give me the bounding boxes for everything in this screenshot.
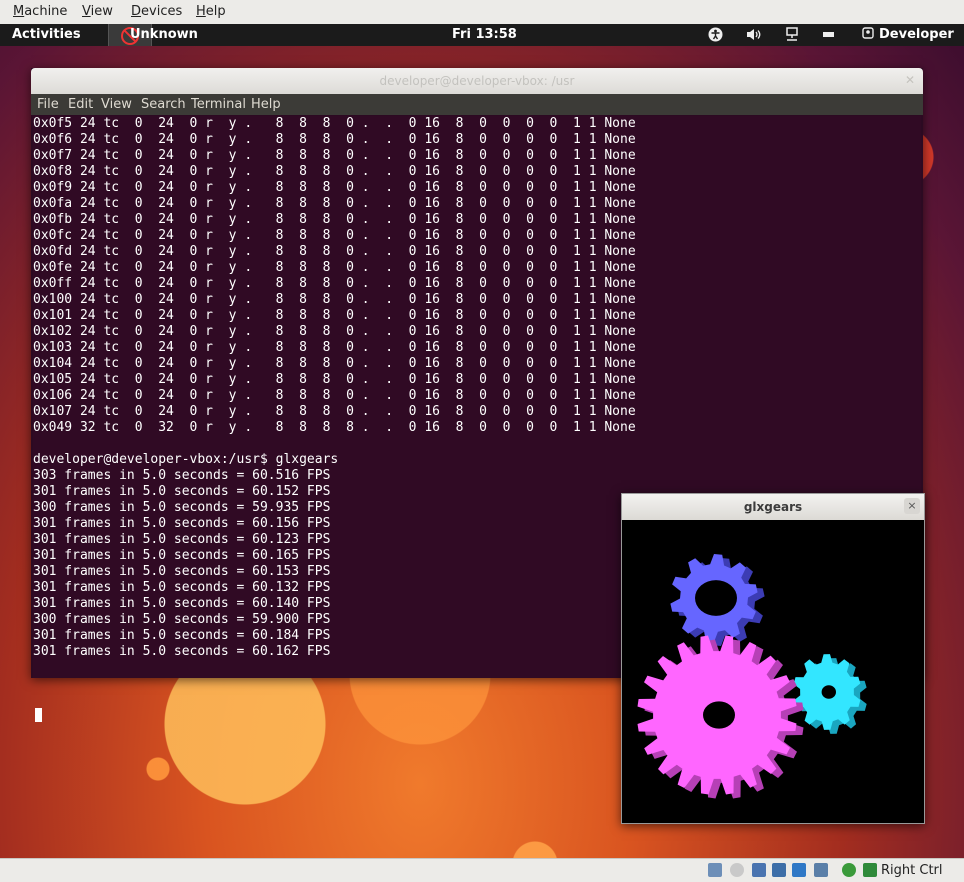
terminal-menu-view[interactable]: View (101, 97, 132, 112)
activities-button[interactable]: Activities (12, 27, 81, 42)
terminal-menu-edit[interactable]: Edit (68, 97, 93, 112)
terminal-line: 0x0fe 24 tc 0 24 0 r y . 8 8 8 0 . . 0 1… (33, 260, 636, 275)
terminal-line: 303 frames in 5.0 seconds = 60.516 FPS (33, 468, 331, 483)
host-statusbar: Right Ctrl (0, 858, 964, 882)
terminal-line: 0x102 24 tc 0 24 0 r y . 8 8 8 0 . . 0 1… (33, 324, 636, 339)
terminal-title: developer@developer-vbox: /usr (379, 74, 575, 88)
host-menu-view[interactable]: View (82, 4, 113, 19)
terminal-line: 0x0f8 24 tc 0 24 0 r y . 8 8 8 0 . . 0 1… (33, 164, 636, 179)
terminal-line: 301 frames in 5.0 seconds = 60.165 FPS (33, 548, 331, 563)
terminal-line: 301 frames in 5.0 seconds = 60.132 FPS (33, 580, 331, 595)
terminal-line: 301 frames in 5.0 seconds = 60.156 FPS (33, 516, 331, 531)
terminal-line: 0x0fc 24 tc 0 24 0 r y . 8 8 8 0 . . 0 1… (33, 228, 636, 243)
terminal-line: 0x0fb 24 tc 0 24 0 r y . 8 8 8 0 . . 0 1… (33, 212, 636, 227)
terminal-lines: 0x0f5 24 tc 0 24 0 r y . 8 8 8 0 . . 0 1… (33, 116, 636, 660)
terminal-line: 0x049 32 tc 0 32 0 r y . 8 8 8 8 . . 0 1… (33, 420, 636, 435)
glxgears-titlebar[interactable]: glxgears × (622, 494, 924, 520)
optical-drive-icon[interactable] (730, 863, 744, 877)
display-icon[interactable] (814, 863, 828, 877)
terminal-menu-file[interactable]: File (37, 97, 59, 112)
glxgears-title: glxgears (743, 500, 803, 514)
network-icon[interactable] (772, 863, 786, 877)
host-menubar: Machine View Devices Help (0, 0, 964, 25)
terminal-line: 300 frames in 5.0 seconds = 59.900 FPS (33, 612, 331, 627)
gears-graphic (637, 554, 867, 799)
terminal-cursor (35, 708, 42, 722)
accessibility-icon[interactable] (708, 27, 723, 46)
terminal-line: 301 frames in 5.0 seconds = 60.184 FPS (33, 628, 331, 643)
terminal-line: 0x100 24 tc 0 24 0 r y . 8 8 8 0 . . 0 1… (33, 292, 636, 307)
terminal-line: 0x105 24 tc 0 24 0 r y . 8 8 8 0 . . 0 1… (33, 372, 636, 387)
host-key-icon (863, 863, 877, 877)
glxgears-canvas (622, 521, 924, 823)
host-menu-help[interactable]: Help (196, 4, 226, 19)
close-icon[interactable]: × (904, 498, 920, 514)
small-gear (670, 554, 765, 646)
medium-gear (793, 654, 867, 734)
terminal-line: 0x107 24 tc 0 24 0 r y . 8 8 8 0 . . 0 1… (33, 404, 636, 419)
terminal-line: 0x0f7 24 tc 0 24 0 r y . 8 8 8 0 . . 0 1… (33, 148, 636, 163)
host-menu-machine[interactable]: Machine (13, 4, 67, 19)
large-gear (637, 635, 804, 799)
terminal-line: 301 frames in 5.0 seconds = 60.162 FPS (33, 644, 331, 659)
terminal-line: 0x0f5 24 tc 0 24 0 r y . 8 8 8 0 . . 0 1… (33, 116, 636, 131)
clock[interactable]: Fri 13:58 (452, 27, 517, 42)
usb-icon[interactable] (752, 863, 766, 877)
host-menu-devices[interactable]: Devices (131, 4, 182, 19)
hard-disk-icon[interactable] (708, 863, 722, 877)
terminal-line: 301 frames in 5.0 seconds = 60.123 FPS (33, 532, 331, 547)
terminal-menu-terminal[interactable]: Terminal (191, 97, 246, 112)
close-icon[interactable]: ✕ (903, 73, 917, 87)
user-menu[interactable]: Developer (879, 27, 954, 42)
app-menu-label[interactable]: Unknown (130, 27, 198, 42)
terminal-line: 0x103 24 tc 0 24 0 r y . 8 8 8 0 . . 0 1… (33, 340, 636, 355)
terminal-line: 301 frames in 5.0 seconds = 60.152 FPS (33, 484, 331, 499)
terminal-line: developer@developer-vbox:/usr$ glxgears (33, 452, 339, 467)
mouse-integration-icon[interactable] (842, 863, 856, 877)
terminal-line: 300 frames in 5.0 seconds = 59.935 FPS (33, 500, 331, 515)
terminal-line: 0x104 24 tc 0 24 0 r y . 8 8 8 0 . . 0 1… (33, 356, 636, 371)
terminal-menu-help[interactable]: Help (251, 97, 281, 112)
terminal-line: 0x0fa 24 tc 0 24 0 r y . 8 8 8 0 . . 0 1… (33, 196, 636, 211)
guest-desktop: Activities Unknown Fri 13:58 Developer d… (0, 24, 964, 858)
terminal-line: 0x0f9 24 tc 0 24 0 r y . 8 8 8 0 . . 0 1… (33, 180, 636, 195)
volume-icon[interactable] (746, 27, 762, 46)
battery-icon[interactable] (822, 27, 836, 46)
terminal-titlebar[interactable]: developer@developer-vbox: /usr ✕ (31, 68, 923, 94)
terminal-line: 0x0f6 24 tc 0 24 0 r y . 8 8 8 0 . . 0 1… (33, 132, 636, 147)
host-key-label: Right Ctrl (881, 863, 943, 878)
glxgears-window: glxgears × (621, 493, 925, 824)
gnome-top-panel: Activities Unknown Fri 13:58 Developer (0, 24, 964, 46)
terminal-line: 0x101 24 tc 0 24 0 r y . 8 8 8 0 . . 0 1… (33, 308, 636, 323)
terminal-menu-search[interactable]: Search (141, 97, 186, 112)
user-icon[interactable] (862, 27, 874, 44)
terminal-line: 0x0ff 24 tc 0 24 0 r y . 8 8 8 0 . . 0 1… (33, 276, 636, 291)
shared-folders-icon[interactable] (792, 863, 806, 877)
terminal-line: 0x0fd 24 tc 0 24 0 r y . 8 8 8 0 . . 0 1… (33, 244, 636, 259)
network-icon[interactable] (785, 27, 799, 46)
terminal-menubar: File Edit View Search Terminal Help (31, 94, 923, 115)
terminal-line: 301 frames in 5.0 seconds = 60.140 FPS (33, 596, 331, 611)
terminal-line: 301 frames in 5.0 seconds = 60.153 FPS (33, 564, 331, 579)
terminal-line: 0x106 24 tc 0 24 0 r y . 8 8 8 0 . . 0 1… (33, 388, 636, 403)
